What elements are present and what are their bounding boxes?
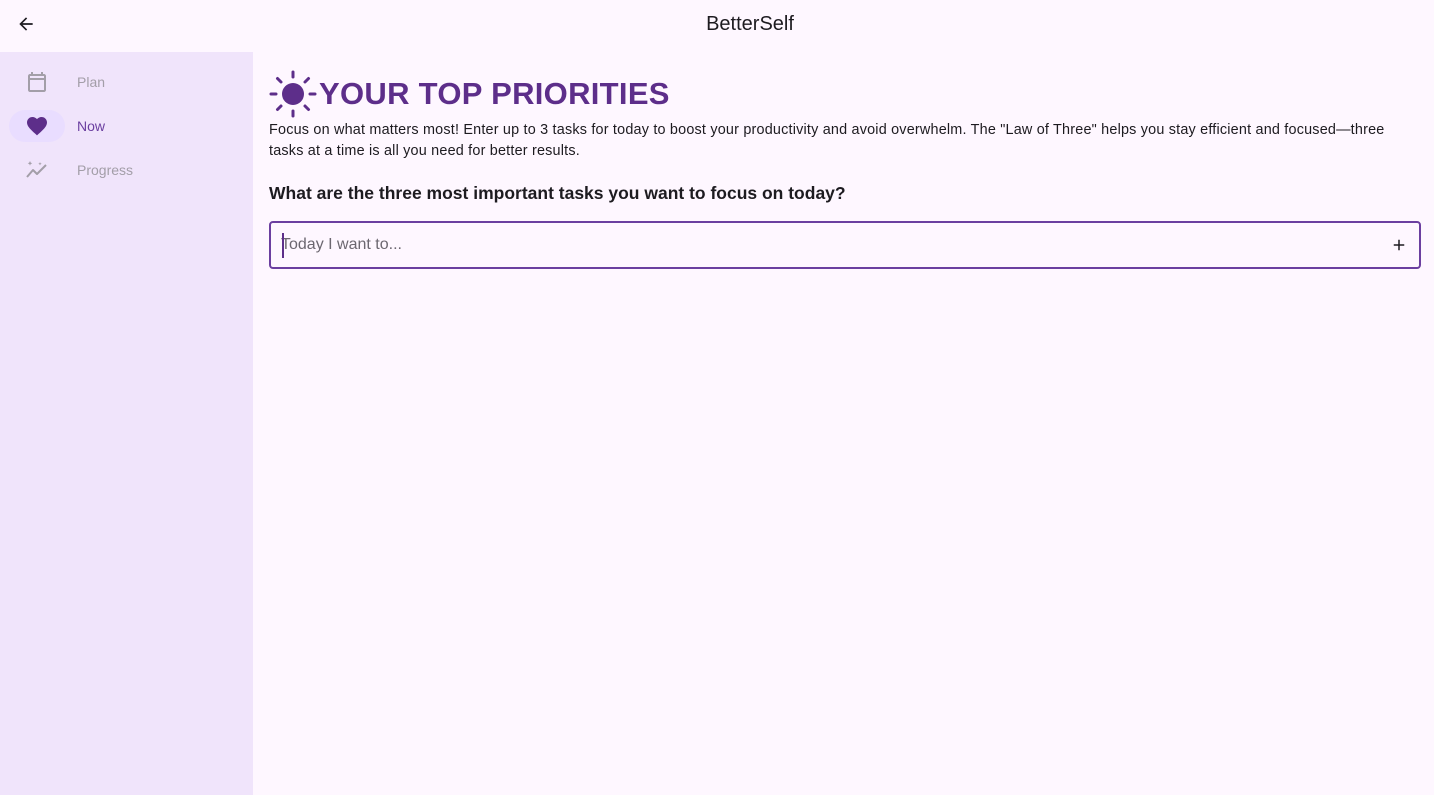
back-button[interactable] [8, 6, 44, 42]
main-content: YOUR TOP PRIORITIES Focus on what matter… [253, 52, 1434, 795]
trending-up-icon [26, 161, 47, 178]
tasks-question: What are the three most important tasks … [269, 183, 846, 203]
task-input[interactable] [281, 233, 1361, 257]
nav-icon-container [9, 110, 65, 142]
app-bar: BetterSelf [0, 0, 1434, 52]
nav-label-plan: Plan [77, 74, 106, 90]
page-title: YOUR TOP PRIORITIES [319, 76, 670, 111]
nav-item-plan[interactable]: Plan [9, 62, 249, 102]
heart-icon [27, 117, 47, 136]
nav-label-progress: Progress [77, 162, 134, 178]
plus-icon [1393, 239, 1405, 251]
arrow-back-icon [19, 17, 33, 31]
add-task-button[interactable] [1383, 229, 1415, 261]
navigation-rail: Plan Now Progress [0, 52, 253, 795]
text-cursor [282, 233, 284, 258]
nav-icon-container [9, 66, 65, 98]
page-description: Focus on what matters most! Enter up to … [269, 122, 1385, 159]
nav-label-now: Now [77, 118, 106, 134]
calendar-icon [28, 72, 46, 92]
task-input-field[interactable] [269, 221, 1421, 269]
nav-icon-container [9, 154, 65, 186]
sun-icon [269, 70, 317, 118]
app-title: BetterSelf [706, 13, 794, 35]
page-heading: YOUR TOP PRIORITIES [269, 70, 670, 118]
nav-item-now[interactable]: Now [9, 106, 249, 146]
nav-item-progress[interactable]: Progress [9, 150, 249, 190]
